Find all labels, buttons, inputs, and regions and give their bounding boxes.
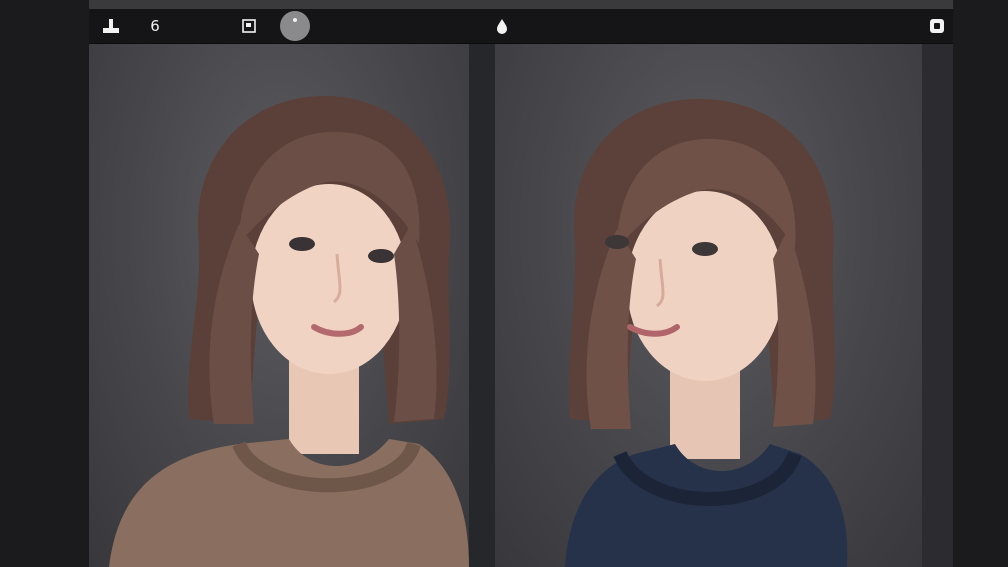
toolbar: 6 xyxy=(89,9,953,44)
frame-icon[interactable] xyxy=(239,16,259,36)
stamp-icon-graphic xyxy=(103,19,119,33)
undo-icon[interactable]: 6 xyxy=(145,16,165,36)
stamp-icon[interactable] xyxy=(101,16,121,36)
export-icon-graphic xyxy=(930,19,944,33)
title-strip xyxy=(89,0,953,9)
right-margin xyxy=(953,0,1008,567)
left-margin xyxy=(0,0,89,567)
left-image-panel[interactable] xyxy=(89,44,469,567)
right-portrait-image xyxy=(565,98,848,567)
drop-icon-graphic xyxy=(497,19,507,34)
scroll-gutter xyxy=(922,44,953,567)
right-image-panel[interactable] xyxy=(495,44,922,567)
left-portrait-image xyxy=(109,95,469,567)
brush-size-button[interactable] xyxy=(280,11,310,41)
frame-icon-graphic xyxy=(242,19,256,33)
canvas-workspace xyxy=(89,44,953,567)
brush-dot-icon xyxy=(293,18,297,22)
drop-icon[interactable] xyxy=(492,16,512,36)
export-icon[interactable] xyxy=(927,16,947,36)
